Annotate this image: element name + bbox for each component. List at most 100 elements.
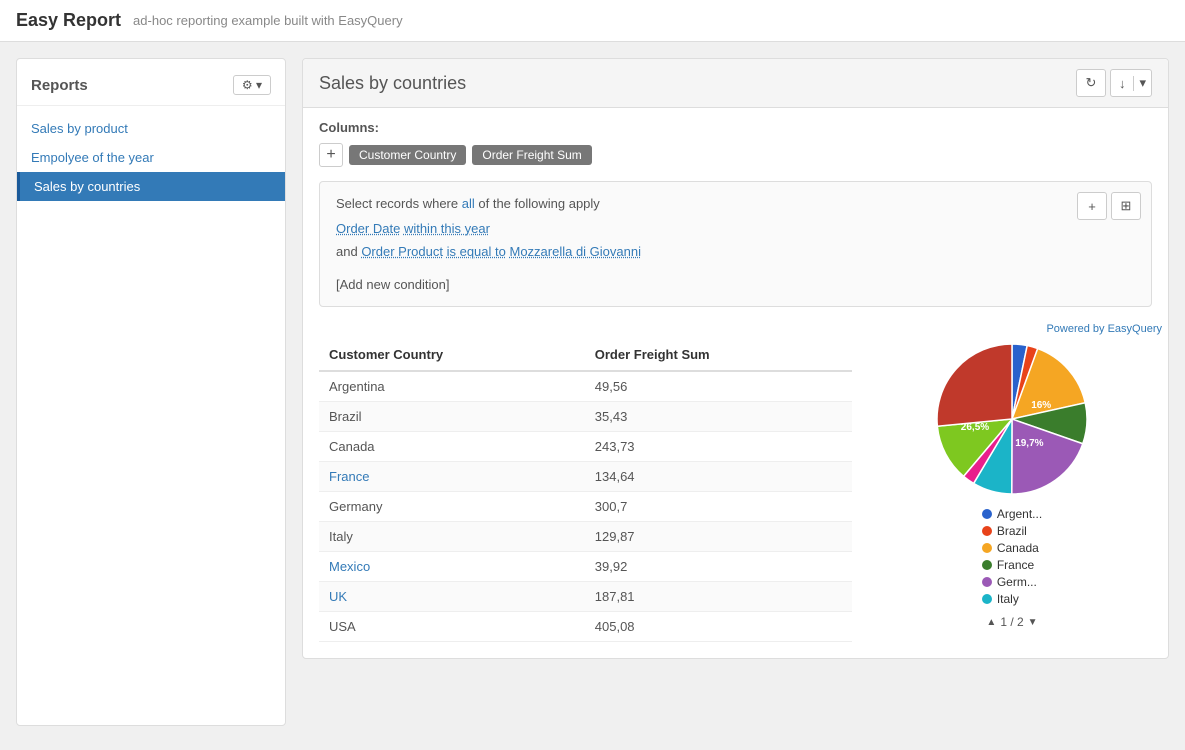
cond2-field-link[interactable]: Order Product (361, 244, 443, 259)
legend-label: Italy (997, 592, 1019, 606)
table-cell-country: Canada (319, 432, 585, 462)
table-cell-freight: 243,73 (585, 432, 852, 462)
legend-label: France (997, 558, 1034, 572)
table-row: Germany300,7 (319, 492, 852, 522)
pie-slice-usa (937, 344, 1012, 426)
powered-by-link[interactable]: Powered by EasyQuery (303, 319, 1168, 339)
pie-chart: 26,5% 16% 19,7% (932, 339, 1092, 499)
condition-row-1: Order Date within this year (336, 221, 1135, 236)
legend-page: 1 / 2 (1000, 615, 1023, 629)
legend-dot (982, 543, 992, 553)
main-panel: Sales by countries ↻ ↓ ▾ Columns: + Cust… (302, 58, 1169, 726)
report-panel-header: Sales by countries ↻ ↓ ▾ (303, 59, 1168, 108)
legend-label: Brazil (997, 524, 1027, 538)
chart-area: 26,5% 16% 19,7% Argent... Brazil Canada Fra… (872, 339, 1152, 642)
table-cell-country: Mexico (319, 552, 585, 582)
legend-label: Argent... (997, 507, 1042, 521)
legend-dot (982, 509, 992, 519)
add-column-button[interactable]: + (319, 143, 343, 167)
table-cell-country: UK (319, 582, 585, 612)
column-tag-order-freight-sum[interactable]: Order Freight Sum (472, 145, 591, 165)
sidebar-items: Sales by productEmpolyee of the yearSale… (17, 114, 285, 201)
report-panel: Sales by countries ↻ ↓ ▾ Columns: + Cust… (302, 58, 1169, 659)
expand-condition-button[interactable]: ⊞ (1111, 192, 1141, 220)
legend-item: France (982, 558, 1042, 572)
report-panel-body: Columns: + Customer Country Order Freigh… (303, 108, 1168, 319)
table-cell-freight: 49,56 (585, 371, 852, 402)
legend-dot (982, 594, 992, 604)
table-row: USA405,08 (319, 612, 852, 642)
cond1-field-link[interactable]: Order Date (336, 221, 400, 236)
table-cell-freight: 134,64 (585, 462, 852, 492)
legend-item: Argent... (982, 507, 1042, 521)
conditions-box: + ⊞ Select records where all of the foll… (319, 181, 1152, 307)
report-title: Sales by countries (319, 73, 466, 94)
table-row: Argentina49,56 (319, 371, 852, 402)
legend-pagination: ▲ 1 / 2 ▼ (986, 615, 1037, 629)
legend-item: Canada (982, 541, 1042, 555)
results-table: Customer Country Order Freight Sum Argen… (319, 339, 852, 642)
table-header-row: Customer Country Order Freight Sum (319, 339, 852, 371)
download-button[interactable]: ↓ ▾ (1110, 69, 1152, 97)
table-row: Canada243,73 (319, 432, 852, 462)
app-subtitle: ad-hoc reporting example built with Easy… (133, 13, 403, 28)
legend-dot (982, 577, 992, 587)
table-cell-freight: 39,92 (585, 552, 852, 582)
report-actions: ↻ ↓ ▾ (1076, 69, 1152, 97)
pie-legend: Argent... Brazil Canada France Germ... Italy (982, 507, 1042, 609)
table-cell-country: Germany (319, 492, 585, 522)
conditions-corner-buttons: + ⊞ (1077, 192, 1141, 220)
table-cell-freight: 35,43 (585, 402, 852, 432)
table-cell-country: Argentina (319, 371, 585, 402)
conditions-of-label: of the following apply (478, 196, 599, 211)
table-row: UK187,81 (319, 582, 852, 612)
table-row: France134,64 (319, 462, 852, 492)
table-cell-freight: 187,81 (585, 582, 852, 612)
sidebar: Reports ⚙ ▾ Sales by productEmpolyee of … (16, 58, 286, 726)
legend-next-arrow[interactable]: ▼ (1028, 617, 1038, 628)
table-cell-country: Italy (319, 522, 585, 552)
col-header-country: Customer Country (319, 339, 585, 371)
conditions-header: Select records where all of the followin… (336, 196, 1135, 211)
table-body: Argentina49,56Brazil35,43Canada243,73Fra… (319, 371, 852, 642)
legend-item: Brazil (982, 524, 1042, 538)
add-condition-button[interactable]: + (1077, 192, 1107, 220)
table-cell-freight: 300,7 (585, 492, 852, 522)
table-row: Mexico39,92 (319, 552, 852, 582)
cond2-value-link[interactable]: Mozzarella di Giovanni (509, 244, 641, 259)
table-cell-freight: 129,87 (585, 522, 852, 552)
cond2-prefix: and (336, 244, 361, 259)
legend-item: Italy (982, 592, 1042, 606)
conditions-all-link[interactable]: all (462, 196, 475, 211)
legend-item: Germ... (982, 575, 1042, 589)
app-title: Easy Report (16, 10, 121, 31)
pie-label-197: 19,7% (1015, 438, 1043, 449)
cond1-operator-link[interactable]: within this year (404, 221, 490, 236)
download-icon: ↓ (1111, 76, 1135, 91)
table-row: Brazil35,43 (319, 402, 852, 432)
table-cell-country: USA (319, 612, 585, 642)
table-cell-country: Brazil (319, 402, 585, 432)
sidebar-item-sales-by-countries[interactable]: Sales by countries (17, 172, 285, 201)
refresh-button[interactable]: ↻ (1076, 69, 1106, 97)
legend-prev-arrow[interactable]: ▲ (986, 617, 996, 628)
main-layout: Reports ⚙ ▾ Sales by productEmpolyee of … (0, 42, 1185, 742)
download-arrow-icon: ▾ (1134, 75, 1151, 91)
condition-row-2: and Order Product is equal to Mozzarella… (336, 244, 1135, 259)
column-tag-customer-country[interactable]: Customer Country (349, 145, 466, 165)
sidebar-item-employee-of-year[interactable]: Empolyee of the year (17, 143, 285, 172)
col-header-freight: Order Freight Sum (585, 339, 852, 371)
gear-button[interactable]: ⚙ ▾ (233, 75, 271, 95)
app-header: Easy Report ad-hoc reporting example bui… (0, 0, 1185, 42)
cond2-operator-link[interactable]: is equal to (447, 244, 506, 259)
table-cell-freight: 405,08 (585, 612, 852, 642)
add-new-condition-link[interactable]: [Add new condition] (336, 277, 449, 292)
legend-label: Germ... (997, 575, 1037, 589)
pie-label-16: 16% (1031, 400, 1051, 411)
add-condition-row: [Add new condition] (336, 267, 1135, 292)
legend-label: Canada (997, 541, 1039, 555)
columns-label: Columns: (319, 120, 1152, 135)
columns-row: + Customer Country Order Freight Sum (319, 143, 1152, 167)
sidebar-item-sales-by-product[interactable]: Sales by product (17, 114, 285, 143)
legend-dot (982, 526, 992, 536)
